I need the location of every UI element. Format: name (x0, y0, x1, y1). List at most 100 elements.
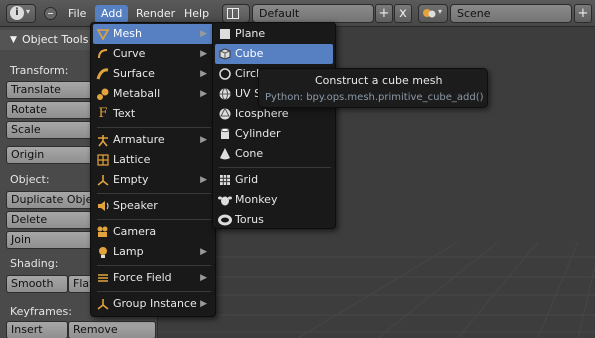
menu-item-plane[interactable]: Plane (215, 24, 333, 44)
menu-item-surface[interactable]: Surface ▶ (93, 64, 213, 84)
layout-grid-divider (232, 8, 233, 19)
menu-item-empty[interactable]: Empty ▶ (93, 170, 213, 190)
menu-item-label: Plane (235, 27, 266, 40)
menu-item-text[interactable]: F Text (93, 104, 213, 124)
menu-file[interactable]: File (62, 5, 92, 23)
menu-item-label: Curve (113, 47, 146, 60)
menu-item-group-instance[interactable]: Group Instance ▶ (93, 294, 213, 314)
lattice-icon (96, 153, 110, 167)
menu-item-label: Speaker (113, 199, 158, 212)
menu-item-label: Metaball (113, 87, 161, 100)
cone-icon (218, 147, 232, 161)
menu-item-label: Group Instance (113, 297, 197, 310)
menu-separator (97, 219, 211, 220)
menu-item-cube[interactable]: Cube (215, 44, 333, 64)
monkey-icon (218, 193, 232, 207)
submenu-arrow-icon: ▶ (200, 273, 207, 283)
menu-item-monkey[interactable]: Monkey (215, 190, 333, 210)
menu-separator (97, 193, 211, 194)
menu-add[interactable]: Add (95, 5, 129, 23)
menu-item-label: Grid (235, 173, 259, 186)
menu-item-armature[interactable]: Armature ▶ (93, 130, 213, 150)
menu-item-label: Lattice (113, 153, 151, 166)
menu-item-camera[interactable]: Camera (93, 222, 213, 242)
menu-item-label: Cone (235, 147, 264, 160)
tooltip: Construct a cube mesh Python: bpy.ops.me… (258, 68, 488, 108)
text-icon: F (98, 106, 108, 121)
add-layout-button[interactable]: + (375, 4, 393, 23)
menu-separator (97, 127, 211, 128)
scene-type-button[interactable]: ▾ (418, 4, 448, 23)
submenu-arrow-icon: ▶ (200, 135, 207, 145)
keyframes-label: Keyframes: (10, 305, 72, 318)
menu-item-label: Camera (113, 225, 157, 238)
add-scene-button[interactable]: + (574, 4, 592, 23)
menu-item-cone[interactable]: Cone (215, 144, 333, 164)
tooltip-title: Construct a cube mesh (315, 74, 443, 87)
circle-icon (218, 67, 232, 81)
submenu-arrow-icon: ▶ (200, 247, 207, 257)
screen-layout-button[interactable] (222, 4, 250, 23)
chevron-down-icon: ▾ (438, 7, 443, 16)
menu-item-speaker[interactable]: Speaker (93, 196, 213, 216)
submenu-arrow-icon: ▶ (200, 49, 207, 59)
collapse-menus-button[interactable] (44, 7, 57, 20)
remove-keyframe-button[interactable]: Remove (68, 321, 156, 338)
menu-item-label: Armature (113, 133, 165, 146)
plane-icon (218, 27, 232, 41)
menu-item-curve[interactable]: Curve ▶ (93, 44, 213, 64)
menu-item-label: Cube (235, 47, 264, 60)
transform-label: Transform: (10, 64, 69, 77)
menu-render[interactable]: Render (130, 5, 181, 23)
minus-icon (48, 13, 53, 14)
submenu-arrow-icon: ▶ (200, 29, 207, 39)
panel-title: Object Tools (22, 33, 89, 46)
scene-icon (422, 7, 436, 20)
remove-layout-button[interactable]: x (394, 4, 412, 23)
menu-separator (97, 291, 211, 292)
menu-help[interactable]: Help (178, 5, 215, 23)
menu-item-lattice[interactable]: Lattice (93, 150, 213, 170)
menu-item-grid[interactable]: Grid (215, 170, 333, 190)
surface-icon (96, 67, 110, 81)
uv-sphere-icon (218, 87, 232, 101)
submenu-arrow-icon: ▶ (200, 175, 207, 185)
menu-item-metaball[interactable]: Metaball ▶ (93, 84, 213, 104)
menu-item-label: Cylinder (235, 127, 281, 140)
menu-item-label: Empty (113, 173, 149, 186)
add-menu: Mesh ▶ Curve ▶ Surface ▶ Metaball ▶ F Te… (90, 22, 216, 317)
chevron-down-icon: ▾ (26, 7, 31, 16)
submenu-arrow-icon: ▶ (200, 89, 207, 99)
info-icon: i (10, 6, 24, 20)
layout-name-field[interactable]: Default (252, 4, 374, 23)
menu-item-label: Text (113, 107, 136, 120)
editor-type-button[interactable]: i ▾ (6, 4, 36, 23)
object-label: Object: (10, 173, 50, 186)
empty-icon (96, 173, 110, 187)
insert-keyframe-button[interactable]: Insert (6, 321, 68, 338)
menu-item-mesh[interactable]: Mesh ▶ (93, 24, 213, 44)
cylinder-icon (218, 127, 232, 141)
speaker-icon (96, 199, 110, 213)
grid-icon (218, 173, 232, 187)
mesh-submenu: Plane Cube Circle UV Sphere Icosphere Cy… (212, 22, 336, 229)
shading-label: Shading: (10, 257, 59, 270)
submenu-arrow-icon: ▶ (200, 69, 207, 79)
smooth-button[interactable]: Smooth (6, 275, 68, 293)
layout-grid-icon (227, 8, 239, 19)
menu-item-label: Surface (113, 67, 155, 80)
icosphere-icon (218, 107, 232, 121)
menu-item-force-field[interactable]: Force Field ▶ (93, 268, 213, 288)
menu-item-label: Mesh (113, 27, 142, 40)
menu-item-label: Icosphere (235, 107, 289, 120)
armature-icon (96, 133, 110, 147)
scene-name-field[interactable]: Scene (450, 4, 572, 23)
menu-item-torus[interactable]: Torus (215, 210, 333, 230)
menu-item-lamp[interactable]: Lamp ▶ (93, 242, 213, 262)
tooltip-python: Python: bpy.ops.mesh.primitive_cube_add(… (265, 92, 484, 103)
curve-icon (96, 47, 110, 61)
menu-separator (97, 265, 211, 266)
menu-item-cylinder[interactable]: Cylinder (215, 124, 333, 144)
menu-item-label: Torus (235, 213, 264, 226)
cube-icon (218, 47, 232, 61)
